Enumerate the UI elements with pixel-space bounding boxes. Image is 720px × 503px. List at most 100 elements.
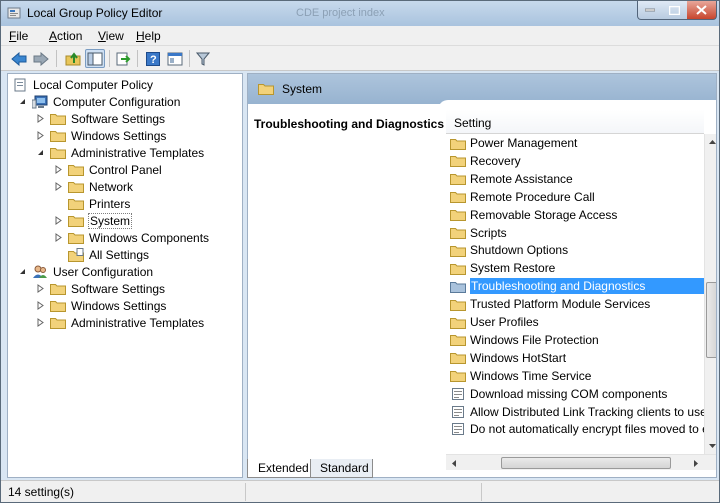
tree-item-uc-administrative-templates[interactable]: Administrative Templates: [36, 314, 205, 331]
folder-icon: [450, 297, 466, 311]
help-button[interactable]: ?: [143, 49, 163, 68]
list-item[interactable]: Scripts: [446, 224, 704, 242]
up-one-level-button[interactable]: [63, 49, 83, 68]
list-item[interactable]: Remote Procedure Call: [446, 188, 704, 206]
list-item-selected[interactable]: Troubleshooting and Diagnostics: [446, 277, 704, 295]
title-bar[interactable]: Local Group Policy Editor CDE project in…: [1, 1, 719, 26]
list-item-label: Shutdown Options: [470, 243, 569, 258]
list-item[interactable]: Windows File Protection: [446, 331, 704, 349]
list-item-label: Recovery: [470, 153, 521, 168]
background-window-title: CDE project index: [296, 7, 385, 19]
collapsed-arrow-icon[interactable]: [36, 318, 45, 327]
collapsed-arrow-icon[interactable]: [54, 233, 63, 242]
expanded-arrow-icon[interactable]: [18, 97, 27, 106]
menu-help[interactable]: Help: [136, 29, 161, 43]
tree-item-network[interactable]: Network: [54, 178, 134, 195]
collapsed-arrow-icon[interactable]: [36, 114, 45, 123]
collapsed-arrow-icon[interactable]: [54, 165, 63, 174]
description-title: Troubleshooting and Diagnostics: [254, 117, 445, 131]
list-item-label: Do not automatically encrypt files moved…: [470, 422, 704, 437]
tree-item-cc-software-settings[interactable]: Software Settings: [36, 110, 166, 127]
list-item[interactable]: Download missing COM components: [446, 385, 704, 403]
settings-rows: Power Management Recovery Remote Assistanc…: [446, 134, 704, 454]
list-item[interactable]: Trusted Platform Module Services: [446, 295, 704, 313]
menu-view[interactable]: View: [98, 29, 124, 43]
console-tree[interactable]: Local Computer Policy Computer Configura…: [7, 73, 243, 478]
folder-icon: [450, 154, 466, 168]
collapsed-arrow-icon[interactable]: [36, 131, 45, 140]
collapsed-arrow-icon[interactable]: [54, 216, 63, 225]
horizontal-scroll-thumb[interactable]: [501, 457, 671, 469]
tree-item-printers[interactable]: Printers: [68, 195, 131, 212]
svg-text:?: ?: [150, 54, 157, 66]
scroll-down-arrow-icon[interactable]: [705, 438, 716, 454]
show-hide-console-tree-button[interactable]: [85, 49, 105, 68]
list-item-label: Removable Storage Access: [470, 207, 618, 222]
list-item[interactable]: Removable Storage Access: [446, 206, 704, 224]
list-item[interactable]: Windows HotStart: [446, 349, 704, 367]
tree-item-system[interactable]: System: [54, 212, 133, 229]
column-header-setting[interactable]: Setting: [446, 110, 704, 134]
list-item[interactable]: Do not automatically encrypt files moved…: [446, 420, 704, 438]
window-title: Local Group Policy Editor: [27, 6, 163, 20]
collapsed-arrow-icon[interactable]: [36, 301, 45, 310]
gpedit-app-icon: [7, 6, 21, 20]
list-item[interactable]: User Profiles: [446, 313, 704, 331]
tree-item-user-configuration[interactable]: User Configuration: [18, 263, 154, 280]
folder-icon: [68, 163, 84, 177]
list-item[interactable]: Allow Distributed Link Tracking clients …: [446, 403, 704, 421]
vertical-scrollbar[interactable]: [704, 134, 716, 454]
properties-button[interactable]: [165, 49, 185, 68]
folder-icon: [450, 172, 466, 186]
close-button[interactable]: [687, 1, 717, 20]
tree-item-label: Local Computer Policy: [33, 77, 154, 92]
policy-document-icon: [12, 78, 28, 92]
show-hide-tree-icon: [87, 52, 103, 65]
all-settings-icon: [68, 247, 84, 262]
tree-item-cc-administrative-templates[interactable]: Administrative Templates: [36, 144, 205, 161]
menu-action[interactable]: Action: [49, 29, 82, 43]
tab-extended[interactable]: Extended: [247, 459, 311, 478]
collapsed-arrow-icon[interactable]: [54, 182, 63, 191]
tree-item-control-panel[interactable]: Control Panel: [54, 161, 163, 178]
list-item[interactable]: Recovery: [446, 152, 704, 170]
minimize-button[interactable]: [637, 1, 663, 20]
list-item[interactable]: Windows Time Service: [446, 367, 704, 385]
details-pane: System Troubleshooting and Diagnostics S…: [247, 73, 717, 478]
scroll-right-arrow-icon[interactable]: [688, 455, 704, 471]
export-list-button[interactable]: [113, 49, 133, 68]
folder-icon: [450, 351, 466, 365]
list-item[interactable]: Power Management: [446, 134, 704, 152]
vertical-scroll-thumb[interactable]: [706, 282, 716, 358]
tab-standard[interactable]: Standard: [309, 459, 373, 478]
back-button[interactable]: [9, 49, 29, 68]
expanded-arrow-icon[interactable]: [36, 148, 45, 157]
expanded-arrow-icon[interactable]: [18, 267, 27, 276]
forward-button[interactable]: [31, 49, 51, 68]
folder-icon: [450, 226, 466, 240]
menu-file[interactable]: File: [9, 29, 28, 43]
maximize-button[interactable]: [662, 1, 688, 20]
horizontal-scrollbar[interactable]: [446, 454, 716, 471]
tree-item-uc-software-settings[interactable]: Software Settings: [36, 280, 166, 297]
list-item[interactable]: System Restore: [446, 259, 704, 277]
list-item-label: Windows HotStart: [470, 350, 567, 365]
list-item-label: System Restore: [470, 261, 556, 276]
scroll-up-arrow-icon[interactable]: [705, 134, 716, 150]
list-item[interactable]: Shutdown Options: [446, 241, 704, 259]
tree-item-windows-components[interactable]: Windows Components: [54, 229, 210, 246]
scroll-left-arrow-icon[interactable]: [446, 455, 462, 471]
tree-item-cc-windows-settings[interactable]: Windows Settings: [36, 127, 167, 144]
filter-button[interactable]: [193, 49, 213, 68]
collapsed-arrow-icon[interactable]: [36, 284, 45, 293]
tree-item-local-computer-policy[interactable]: Local Computer Policy: [12, 76, 154, 93]
filter-icon: [196, 52, 210, 66]
list-item-label: Trusted Platform Module Services: [470, 297, 651, 312]
tree-item-computer-configuration[interactable]: Computer Configuration: [18, 93, 181, 110]
tree-item-all-settings[interactable]: All Settings: [68, 246, 150, 263]
list-item[interactable]: Remote Assistance: [446, 170, 704, 188]
folder-icon: [450, 208, 466, 222]
users-icon: [32, 265, 48, 279]
tree-item-uc-windows-settings[interactable]: Windows Settings: [36, 297, 167, 314]
list-item-label: Windows File Protection: [470, 332, 599, 347]
